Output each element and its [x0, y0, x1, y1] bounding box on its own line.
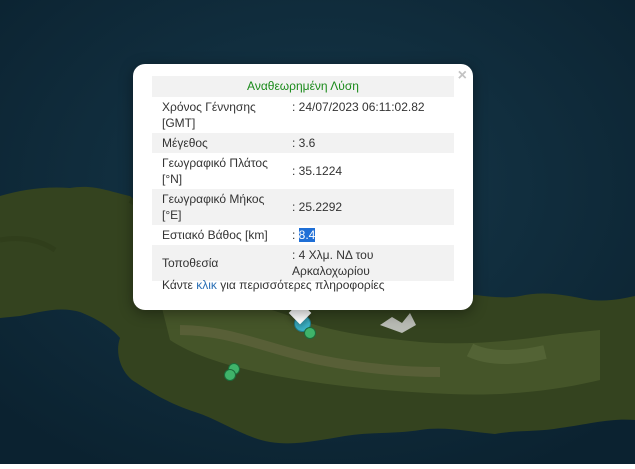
close-icon[interactable]: ×	[458, 66, 467, 86]
earthquake-popup: × Αναθεωρημένη Λύση Χρόνος Γέννησης [GMT…	[133, 64, 473, 310]
row-label: Χρόνος Γέννησης [GMT]	[152, 97, 288, 133]
more-info-text: Κάντε κλικ για περισσότερες πληροφορίες	[162, 278, 385, 292]
row-value: : 35.1224	[288, 153, 454, 189]
table-row: Τοποθεσία : 4 Χλμ. ΝΔ του Αρκαλοχωρίου	[152, 245, 454, 281]
row-label: Τοποθεσία	[152, 245, 288, 281]
table-row: Γεωγραφικό Πλάτος [°N] : 35.1224	[152, 153, 454, 189]
popup-heading: Αναθεωρημένη Λύση	[152, 76, 454, 97]
row-label: Μέγεθος	[152, 133, 288, 153]
more-info-suffix: για περισσότερες πληροφορίες	[216, 278, 385, 292]
more-info-link[interactable]: κλικ	[196, 278, 217, 292]
more-info-prefix: Κάντε	[162, 278, 197, 292]
row-value: : 4 Χλμ. ΝΔ του Αρκαλοχωρίου	[288, 245, 454, 281]
earthquake-marker[interactable]	[224, 369, 236, 381]
row-value: : 3.6	[288, 133, 454, 153]
table-row: Γεωγραφικό Μήκος [°E] : 25.2292	[152, 189, 454, 225]
earthquake-marker[interactable]	[304, 327, 316, 339]
value-prefix: :	[292, 228, 299, 242]
row-label: Γεωγραφικό Μήκος [°E]	[152, 189, 288, 225]
table-row: Εστιακό Βάθος [km] : 8.4	[152, 225, 454, 245]
selected-depth-value[interactable]: 8.4	[298, 228, 316, 242]
table-row: Χρόνος Γέννησης [GMT] : 24/07/2023 06:11…	[152, 97, 454, 133]
table-row: Μέγεθος : 3.6	[152, 133, 454, 153]
row-value: : 25.2292	[288, 189, 454, 225]
row-label: Εστιακό Βάθος [km]	[152, 225, 288, 245]
row-value: : 24/07/2023 06:11:02.82	[288, 97, 454, 133]
table-row: Αναθεωρημένη Λύση	[152, 76, 454, 97]
row-value: : 8.4	[288, 225, 454, 245]
earthquake-info-table: Αναθεωρημένη Λύση Χρόνος Γέννησης [GMT] …	[152, 76, 454, 281]
row-label: Γεωγραφικό Πλάτος [°N]	[152, 153, 288, 189]
